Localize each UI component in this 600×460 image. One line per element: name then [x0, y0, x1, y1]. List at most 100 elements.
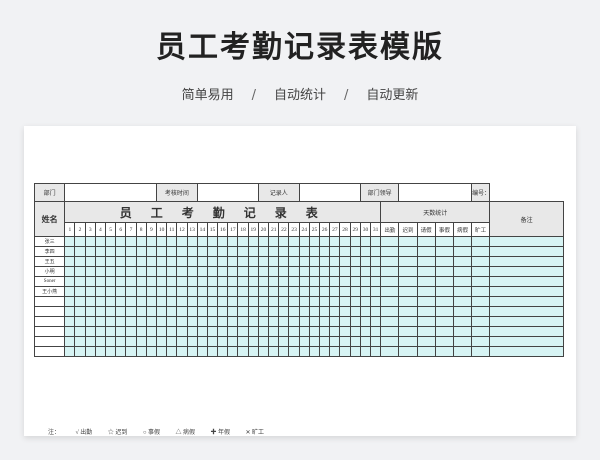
- day-cell[interactable]: [166, 256, 178, 267]
- day-cell[interactable]: [298, 256, 310, 267]
- day-cell[interactable]: [84, 246, 96, 257]
- day-cell[interactable]: [105, 256, 117, 267]
- day-cell[interactable]: [339, 336, 351, 347]
- day-cell[interactable]: [206, 326, 219, 337]
- day-cell[interactable]: [135, 346, 147, 357]
- stat-cell[interactable]: [380, 266, 400, 277]
- day-cell[interactable]: [268, 236, 280, 247]
- day-cell[interactable]: [64, 256, 76, 267]
- day-cell[interactable]: [257, 336, 270, 347]
- day-cell[interactable]: [186, 276, 198, 287]
- stat-cell[interactable]: [434, 236, 454, 247]
- day-cell[interactable]: [247, 336, 259, 347]
- day-cell[interactable]: [105, 246, 117, 257]
- day-cell[interactable]: [166, 266, 178, 277]
- day-cell[interactable]: [319, 266, 331, 277]
- day-cell[interactable]: [288, 286, 300, 297]
- stat-cell[interactable]: [398, 236, 418, 247]
- day-cell[interactable]: [155, 286, 168, 297]
- day-cell[interactable]: [288, 256, 300, 267]
- employee-name[interactable]: [33, 296, 66, 307]
- day-cell[interactable]: [105, 316, 117, 327]
- day-cell[interactable]: [94, 316, 107, 327]
- day-cell[interactable]: [359, 346, 372, 357]
- day-cell[interactable]: [84, 326, 96, 337]
- day-cell[interactable]: [206, 236, 219, 247]
- day-cell[interactable]: [186, 346, 198, 357]
- day-cell[interactable]: [298, 346, 310, 357]
- day-cell[interactable]: [135, 256, 147, 267]
- day-cell[interactable]: [370, 316, 382, 327]
- day-cell[interactable]: [217, 266, 229, 277]
- day-cell[interactable]: [206, 286, 219, 297]
- stat-cell[interactable]: [452, 346, 473, 357]
- day-cell[interactable]: [105, 236, 117, 247]
- day-cell[interactable]: [370, 286, 382, 297]
- day-cell[interactable]: [247, 296, 259, 307]
- stat-cell[interactable]: [416, 316, 436, 327]
- day-cell[interactable]: [84, 336, 96, 347]
- day-cell[interactable]: [359, 306, 372, 317]
- day-cell[interactable]: [308, 346, 321, 357]
- day-cell[interactable]: [308, 306, 321, 317]
- day-cell[interactable]: [206, 346, 219, 357]
- day-cell[interactable]: [217, 246, 229, 257]
- day-cell[interactable]: [186, 316, 198, 327]
- day-cell[interactable]: [135, 236, 147, 247]
- day-cell[interactable]: [288, 326, 300, 337]
- day-cell[interactable]: [196, 306, 208, 317]
- stat-cell[interactable]: [471, 296, 491, 307]
- day-cell[interactable]: [370, 246, 382, 257]
- day-cell[interactable]: [257, 256, 270, 267]
- day-cell[interactable]: [206, 296, 219, 307]
- stat-cell[interactable]: [434, 276, 454, 287]
- day-cell[interactable]: [217, 276, 229, 287]
- day-cell[interactable]: [288, 346, 300, 357]
- day-cell[interactable]: [359, 316, 372, 327]
- day-cell[interactable]: [145, 246, 157, 257]
- stat-cell[interactable]: [471, 326, 491, 337]
- day-cell[interactable]: [196, 326, 208, 337]
- employee-name[interactable]: Soner: [33, 276, 66, 287]
- day-cell[interactable]: [206, 276, 219, 287]
- remark-cell[interactable]: [489, 276, 564, 287]
- stat-cell[interactable]: [434, 296, 454, 307]
- day-cell[interactable]: [349, 296, 361, 307]
- day-cell[interactable]: [308, 236, 321, 247]
- day-cell[interactable]: [288, 336, 300, 347]
- day-cell[interactable]: [268, 346, 280, 357]
- stat-cell[interactable]: [471, 266, 491, 277]
- day-cell[interactable]: [135, 336, 147, 347]
- day-cell[interactable]: [64, 236, 76, 247]
- day-cell[interactable]: [74, 236, 86, 247]
- day-cell[interactable]: [176, 276, 188, 287]
- day-cell[interactable]: [339, 256, 351, 267]
- stat-cell[interactable]: [452, 296, 473, 307]
- day-cell[interactable]: [339, 296, 351, 307]
- day-cell[interactable]: [176, 266, 188, 277]
- day-cell[interactable]: [257, 246, 270, 257]
- day-cell[interactable]: [298, 306, 310, 317]
- employee-name[interactable]: [33, 316, 66, 327]
- employee-name[interactable]: 王五: [33, 256, 66, 267]
- day-cell[interactable]: [319, 286, 331, 297]
- day-cell[interactable]: [370, 326, 382, 337]
- day-cell[interactable]: [206, 306, 219, 317]
- stat-cell[interactable]: [471, 236, 491, 247]
- day-cell[interactable]: [206, 246, 219, 257]
- day-cell[interactable]: [278, 326, 290, 337]
- day-cell[interactable]: [308, 266, 321, 277]
- day-cell[interactable]: [206, 316, 219, 327]
- day-cell[interactable]: [237, 296, 249, 307]
- day-cell[interactable]: [339, 276, 351, 287]
- day-cell[interactable]: [339, 316, 351, 327]
- day-cell[interactable]: [166, 306, 178, 317]
- day-cell[interactable]: [257, 346, 270, 357]
- day-cell[interactable]: [217, 236, 229, 247]
- day-cell[interactable]: [298, 286, 310, 297]
- day-cell[interactable]: [319, 316, 331, 327]
- day-cell[interactable]: [217, 286, 229, 297]
- day-cell[interactable]: [237, 236, 249, 247]
- day-cell[interactable]: [84, 286, 96, 297]
- day-cell[interactable]: [308, 296, 321, 307]
